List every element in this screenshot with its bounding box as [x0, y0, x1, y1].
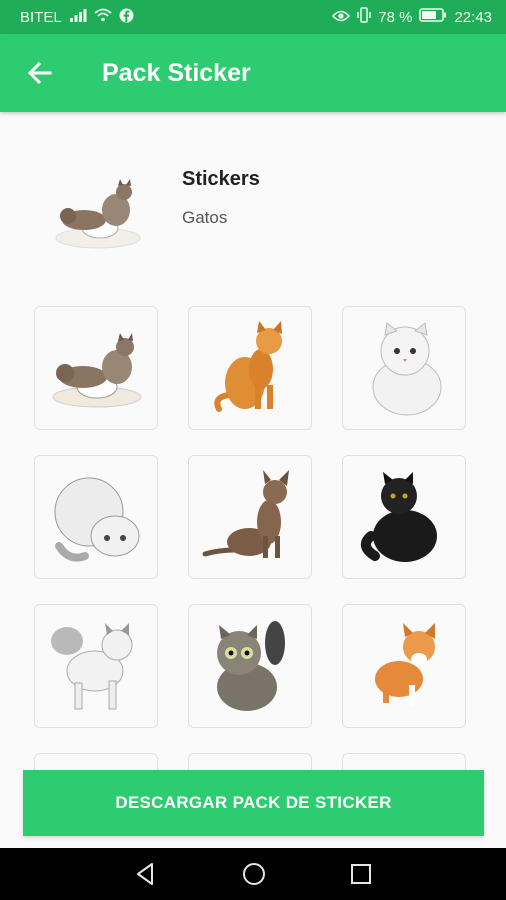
back-triangle-icon[interactable]: [132, 860, 160, 888]
sticker-item[interactable]: [188, 753, 312, 770]
sticker-item[interactable]: [342, 455, 466, 579]
battery-percent: 78 %: [378, 8, 413, 26]
download-pack-button[interactable]: DESCARGAR PACK DE STICKER: [23, 770, 484, 836]
arrow-back-icon: [27, 61, 52, 85]
sticker-item[interactable]: [342, 306, 466, 430]
home-circle-icon[interactable]: [240, 860, 268, 888]
cat-sticker-icon: [54, 477, 140, 562]
cat-sticker-icon: [360, 472, 437, 562]
sticker-grid: [34, 306, 470, 770]
app-bar: Pack Sticker: [0, 34, 506, 112]
eye-icon: [332, 9, 351, 26]
wifi-icon: [94, 8, 112, 26]
battery-icon: [419, 8, 447, 26]
cat-sticker-icon: [52, 333, 142, 408]
sticker-item[interactable]: [188, 604, 312, 728]
status-bar: BITEL 78 % 22:43: [0, 0, 506, 34]
clock: 22:43: [454, 8, 492, 26]
sticker-item[interactable]: [188, 306, 312, 430]
sticker-item[interactable]: [342, 753, 466, 770]
pack-tray-icon: [55, 179, 141, 249]
recents-square-icon[interactable]: [347, 860, 375, 888]
system-nav-bar: [0, 848, 506, 900]
pack-author: Gatos: [182, 208, 228, 227]
sticker-item[interactable]: [34, 604, 158, 728]
signal-icon: [69, 8, 87, 26]
sticker-item[interactable]: [188, 455, 312, 579]
sticker-item[interactable]: [34, 455, 158, 579]
sticker-item[interactable]: [34, 306, 158, 430]
cat-sticker-icon: [372, 322, 442, 416]
cat-sticker-icon: [51, 623, 133, 710]
facebook-icon: [119, 8, 134, 27]
sticker-item[interactable]: [34, 753, 158, 770]
vibrate-icon: [357, 7, 371, 27]
cat-sticker-icon: [202, 470, 289, 558]
page-title: Pack Sticker: [102, 58, 251, 87]
back-button[interactable]: [20, 53, 60, 93]
pack-name: Stickers: [182, 168, 260, 190]
carrier-label: BITEL: [20, 8, 62, 26]
cat-sticker-icon: [375, 623, 435, 707]
pack-header: Stickers Gatos: [0, 150, 506, 260]
cat-sticker-icon: [217, 621, 285, 711]
sticker-item[interactable]: [342, 604, 466, 728]
cat-sticker-icon: [214, 321, 282, 412]
